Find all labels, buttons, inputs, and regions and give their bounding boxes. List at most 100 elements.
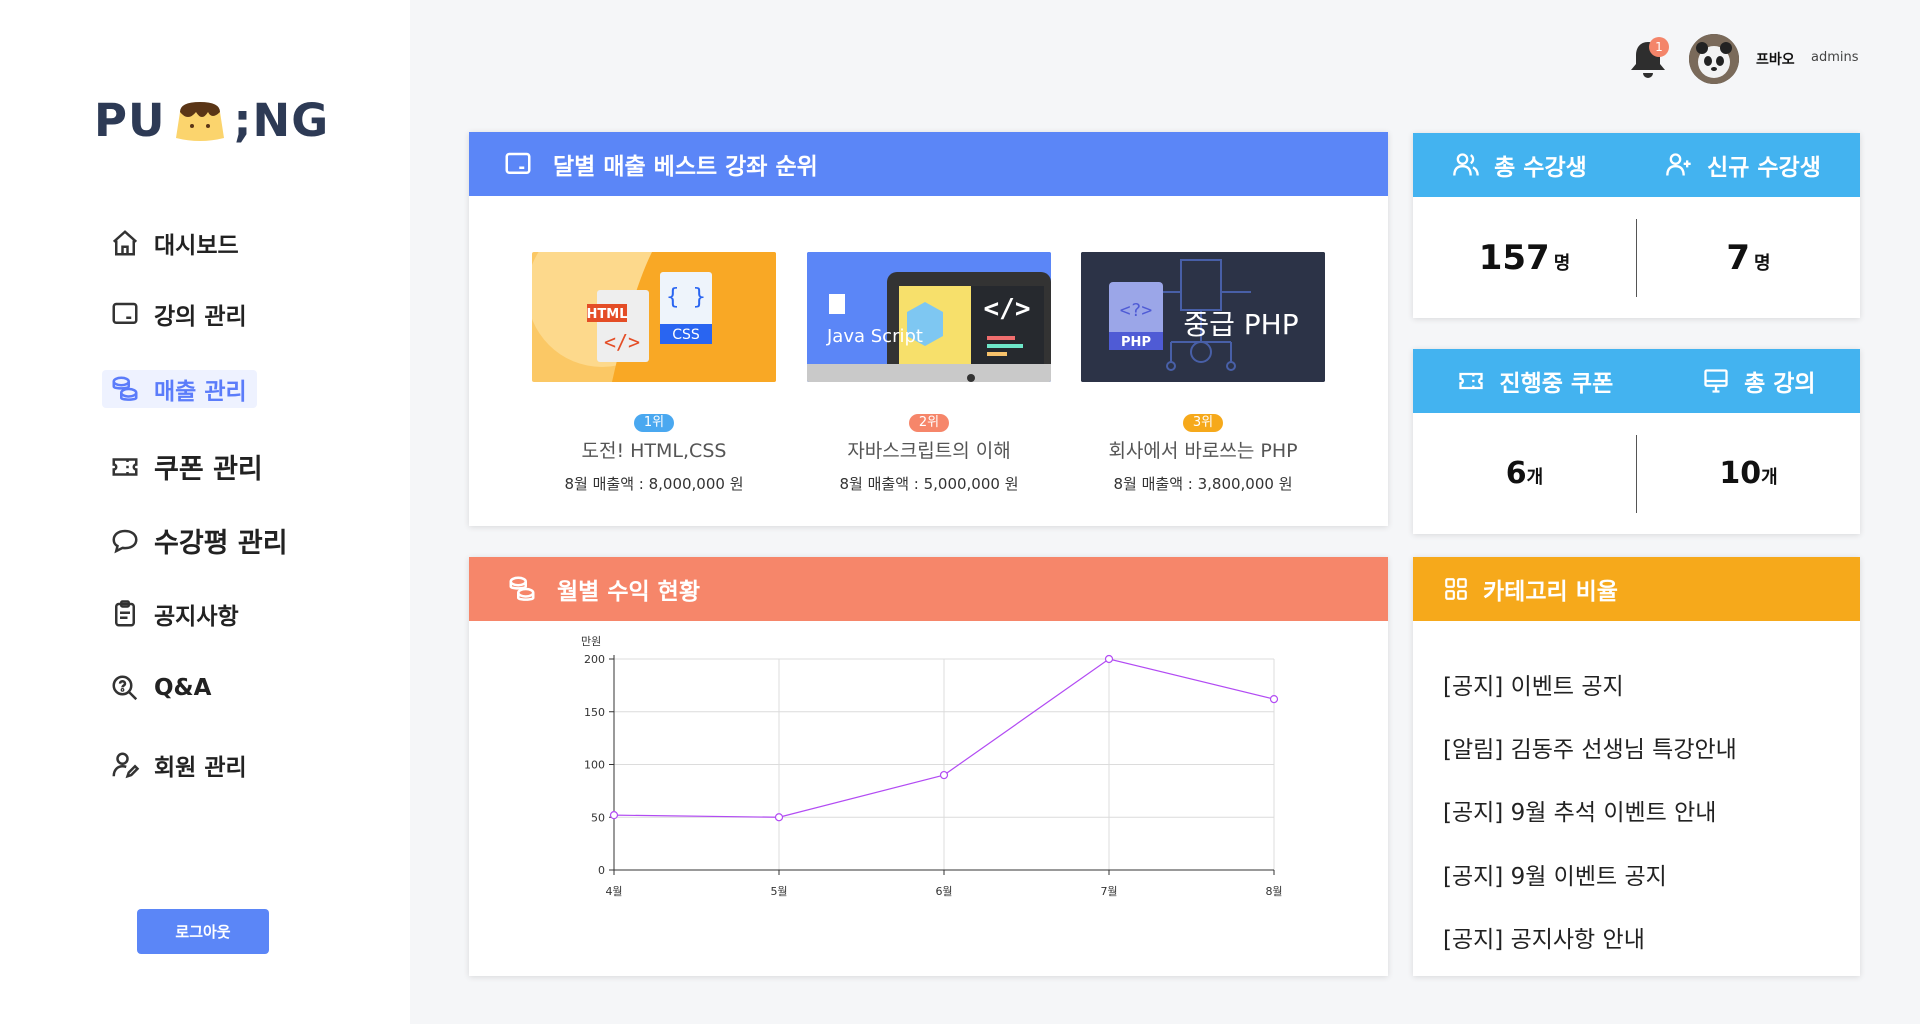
rank-badge: 2위 xyxy=(908,414,950,432)
sidebar-item-review[interactable]: 수강평 관리 xyxy=(110,521,288,560)
category-card: 카테고리 비율 [공지] 이벤트 공지 [알림] 김동주 선생님 특강안내 [공… xyxy=(1413,557,1860,976)
logo-semicolon: ; xyxy=(233,93,253,147)
x-tick-label: 5월 xyxy=(770,885,787,898)
avatar[interactable] xyxy=(1689,34,1739,84)
new-students-heading: 신규 수강생 xyxy=(1665,148,1821,182)
course-title: 도전! HTML,CSS xyxy=(581,440,727,462)
revenue-line-chart[interactable]: 만원 0 50 100 150 200 4월 5월 6월 7월 8월 xyxy=(469,621,1388,976)
active-coupons-value: 6개 xyxy=(1505,456,1544,491)
rank-badge: 1위 xyxy=(633,414,675,432)
chat-icon xyxy=(112,529,138,553)
notice-item[interactable]: [공지] 9월 이벤트 공지 xyxy=(1443,857,1667,891)
home-icon xyxy=(112,230,138,256)
x-tick-label: 8월 xyxy=(1265,885,1282,898)
sidebar-item-qna[interactable]: Q&A xyxy=(110,673,211,703)
course-thumbnail: Java Script </> xyxy=(807,252,1051,382)
thumb-php-label: PHP xyxy=(1121,335,1151,350)
coins-icon xyxy=(112,376,138,401)
thumb-braces-text: { } xyxy=(666,285,706,310)
sidebar-item-notice[interactable]: 공지사항 xyxy=(110,597,239,631)
panda-avatar-icon xyxy=(1689,34,1739,84)
students-stats-header: 총 수강생 신규 수강생 xyxy=(1413,133,1860,197)
thumb-css-text: CSS xyxy=(672,327,700,343)
user-role: admins xyxy=(1811,50,1859,65)
best-courses-card: 달별 매출 베스트 강좌 순위 HTML </> { } CSS 1위 도전! … xyxy=(469,132,1388,526)
desktop-icon xyxy=(1704,369,1728,393)
best-courses-header: 달별 매출 베스트 강좌 순위 xyxy=(469,132,1388,196)
thumb-html-text: HTML xyxy=(587,307,628,322)
thumb-js-text: Java Script xyxy=(826,326,923,347)
course-card-1[interactable]: HTML </> { } CSS 1위 도전! HTML,CSS 8월 매출액 … xyxy=(532,252,776,494)
revenue-card: 월별 수익 현황 만원 0 50 100 150 200 4월 5월 6월 7월 8월 xyxy=(469,557,1388,976)
active-coupons-label: 진행중 쿠폰 xyxy=(1499,371,1614,397)
new-students-label: 신규 수강생 xyxy=(1707,155,1821,181)
logout-button[interactable]: 로그아웃 xyxy=(137,909,269,954)
svg-text:</>: </> xyxy=(604,330,640,354)
sidebar: PU ; NG 대시보드 강의 관리 매출 관리 쿠폰 관리 수강평 관리 공지… xyxy=(0,0,410,1024)
course-card-3[interactable]: <?> PHP 중급 PHP 3위 회사에서 바로쓰는 PHP 8월 매출액 :… xyxy=(1081,252,1325,494)
sidebar-item-label: 강의 관리 xyxy=(154,304,247,330)
sidebar-item-dashboard[interactable]: 대시보드 xyxy=(110,226,239,260)
sidebar-item-label: 쿠폰 관리 xyxy=(154,454,263,485)
total-students-heading: 총 수강생 xyxy=(1452,148,1587,182)
revenue-header: 월별 수익 현황 xyxy=(469,557,1388,621)
user-name[interactable]: 프바오 xyxy=(1756,49,1795,69)
data-point xyxy=(774,813,784,822)
course-thumbnail: <?> PHP 중급 PHP xyxy=(1081,252,1325,382)
y-tick-label: 150 xyxy=(584,706,605,719)
course-sales: 8월 매출액 : 8,000,000 원 xyxy=(564,475,744,493)
x-tick-label: 4월 xyxy=(605,885,622,898)
total-students-value: 157 명 xyxy=(1478,237,1571,278)
coupons-stats-body: 6개 10개 xyxy=(1413,413,1860,534)
brand-logo[interactable]: PU ; NG xyxy=(94,92,329,148)
html-css-thumbnail-icon: HTML </> { } CSS xyxy=(532,252,776,382)
thumb-php-title: 중급 PHP xyxy=(1183,308,1298,341)
total-students-label: 총 수강생 xyxy=(1494,155,1587,181)
logo-text-right: NG xyxy=(252,93,330,147)
category-title: 카테고리 비율 xyxy=(1483,579,1618,605)
x-tick-label: 7월 xyxy=(1100,885,1117,898)
sidebar-item-member[interactable]: 회원 관리 xyxy=(110,748,247,782)
ticket-icon xyxy=(112,457,138,476)
user-plus-icon xyxy=(1666,153,1691,176)
total-courses-value: 10개 xyxy=(1719,456,1778,491)
x-tick-label: 6월 xyxy=(935,885,952,898)
sidebar-item-coupon[interactable]: 쿠폰 관리 xyxy=(110,447,263,486)
search-question-icon xyxy=(112,675,138,701)
notice-item[interactable]: [공지] 공지사항 안내 xyxy=(1443,920,1645,954)
course-sales: 8월 매출액 : 5,000,000 원 xyxy=(839,475,1019,493)
coupons-stats-card: 진행중 쿠폰 총 강의 6개 10개 xyxy=(1413,349,1860,534)
coins-icon xyxy=(509,576,535,601)
course-card-2[interactable]: Java Script </> 2위 자바스크립트의 이해 8월 매출액 : 5… xyxy=(807,252,1051,494)
course-thumbnail: HTML </> { } CSS xyxy=(532,252,776,382)
y-tick-label: 200 xyxy=(584,653,605,666)
grid-icon xyxy=(1445,578,1467,600)
notice-item[interactable]: [공지] 이벤트 공지 xyxy=(1443,667,1624,701)
clipboard-icon xyxy=(115,600,135,627)
php-thumbnail-icon: <?> PHP 중급 PHP xyxy=(1081,252,1325,382)
category-header: 카테고리 비율 xyxy=(1413,557,1860,621)
active-coupons-heading: 진행중 쿠폰 xyxy=(1457,364,1613,398)
coupons-stats-header: 진행중 쿠폰 총 강의 xyxy=(1413,349,1860,413)
thumb-php-brackets: <?> xyxy=(1120,300,1153,321)
notice-item[interactable]: [공지] 9월 추석 이벤트 안내 xyxy=(1443,793,1716,827)
sidebar-item-label: 수강평 관리 xyxy=(154,528,288,559)
sidebar-item-sales[interactable]: 매출 관리 xyxy=(102,370,257,408)
students-stats-body: 157 명 7명 xyxy=(1413,197,1860,318)
data-point xyxy=(1269,694,1279,704)
logo-text-left: PU xyxy=(94,93,166,147)
sidebar-item-label: 공지사항 xyxy=(154,604,239,630)
sidebar-item-course[interactable]: 강의 관리 xyxy=(110,297,247,331)
students-stats-card: 총 수강생 신규 수강생 157 명 7명 xyxy=(1413,133,1860,318)
rank-badge: 3위 xyxy=(1182,414,1224,432)
user-edit-icon xyxy=(112,752,140,779)
new-students-value: 7명 xyxy=(1726,237,1771,278)
notice-item[interactable]: [알림] 김동주 선생님 특강안내 xyxy=(1443,730,1737,764)
sidebar-item-label: Q&A xyxy=(154,675,212,701)
revenue-title: 월별 수익 현황 xyxy=(557,579,700,605)
sidebar-item-label: 매출 관리 xyxy=(154,379,247,405)
data-point xyxy=(609,811,619,820)
data-point xyxy=(939,770,949,780)
notification-badge: 1 xyxy=(1649,37,1669,57)
y-tick-label: 0 xyxy=(598,864,605,877)
